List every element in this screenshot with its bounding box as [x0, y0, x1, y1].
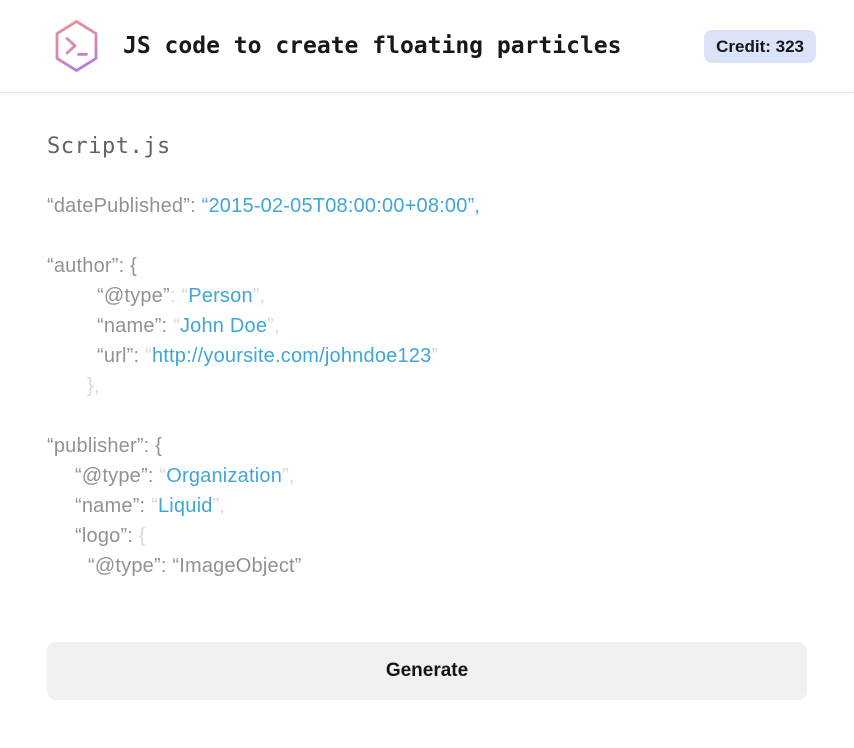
- code-segment-punct: {: [138, 525, 146, 547]
- code-segment-value: Organization: [166, 465, 283, 487]
- code-line: “name”: “Liquid”,: [47, 491, 807, 521]
- page-title: JS code to create floating particles: [123, 33, 622, 59]
- code-segment-punct: “: [151, 495, 158, 517]
- code-line: “@type”: “ImageObject”: [47, 551, 807, 581]
- code-segment-key: “author”: {: [47, 255, 138, 277]
- app-logo: [52, 19, 101, 73]
- code-segment-value: http://yoursite.com/johndoe123: [151, 345, 432, 367]
- credit-badge: Credit: 323: [704, 29, 816, 63]
- generate-button[interactable]: Generate: [47, 642, 807, 700]
- header: JS code to create floating particles Cre…: [0, 0, 854, 93]
- main-content: Script.js “datePublished”: “2015-02-05T0…: [0, 134, 854, 700]
- code-segment-key: “@type”: [97, 285, 170, 307]
- code-line: “logo”: {: [47, 521, 807, 551]
- code-segment-key: “name”:: [97, 315, 174, 337]
- code-segment-punct: ”,: [212, 495, 226, 517]
- code-segment-key: “logo”:: [75, 525, 139, 547]
- code-editor: “datePublished”: “2015-02-05T08:00:00+08…: [47, 191, 807, 581]
- code-segment-punct: ”,: [282, 465, 295, 487]
- code-segment-value: Liquid: [157, 495, 213, 517]
- code-segment-punct: “: [173, 315, 180, 337]
- code-segment-punct: ”,: [252, 285, 266, 307]
- code-segment-punct: “: [145, 345, 152, 367]
- code-line: “publisher”: {: [47, 431, 807, 461]
- code-segment-value: John Doe: [179, 315, 268, 337]
- code-line: },: [47, 371, 807, 401]
- code-line: “@type”: “Organization”,: [47, 461, 807, 491]
- terminal-prompt-hexagon-icon: [55, 20, 98, 72]
- code-line: “author”: {: [47, 251, 807, 281]
- code-segment-key: “@type”:: [75, 465, 160, 487]
- code-segment-punct: : “: [169, 285, 189, 307]
- filename-heading: Script.js: [47, 134, 171, 159]
- code-line: “datePublished”: “2015-02-05T08:00:00+08…: [47, 191, 807, 221]
- code-segment-key: “url”:: [97, 345, 146, 367]
- code-line: “url”: “http://yoursite.com/johndoe123”: [47, 341, 807, 371]
- code-segment-punct: ”: [431, 345, 439, 367]
- code-segment-punct: ”,: [267, 315, 280, 337]
- code-segment-key: “publisher”: {: [47, 435, 163, 457]
- code-segment-value: Person: [188, 285, 253, 307]
- code-segment-punct: },: [87, 375, 100, 397]
- code-segment-value: “2015-02-05T08:00:00+08:00”,: [201, 195, 481, 217]
- app: JS code to create floating particles Cre…: [0, 0, 854, 748]
- code-segment-key: “@type”: “ImageObject”: [88, 555, 302, 577]
- code-line: “@type”: “Person”,: [47, 281, 807, 311]
- code-line: “name”: “John Doe”,: [47, 311, 807, 341]
- code-segment-key: “datePublished”:: [47, 195, 202, 217]
- code-segment-key: “name”:: [75, 495, 152, 517]
